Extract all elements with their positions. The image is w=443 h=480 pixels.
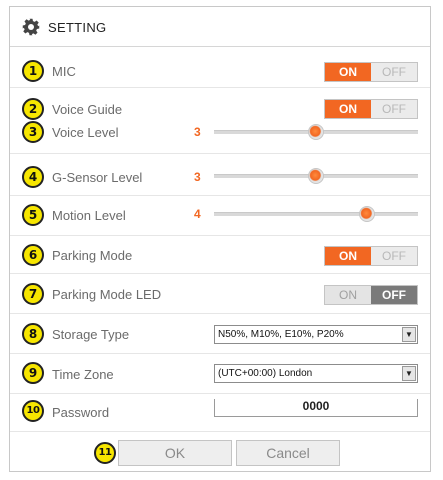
dropdown-arrow-icon[interactable]: ▼ bbox=[402, 366, 416, 381]
setting-row-parking-mode: 6 Parking Mode ON OFF bbox=[10, 236, 430, 274]
voice-guide-on-option[interactable]: ON bbox=[325, 100, 371, 118]
setting-row-mic: 1 MIC ON OFF bbox=[10, 54, 430, 88]
callout-badge: 7 bbox=[22, 283, 44, 305]
callout-badge: 4 bbox=[22, 166, 44, 188]
setting-row-storage-type: 8 Storage Type N50%, M10%, E10%, P20% ▼ bbox=[10, 314, 430, 354]
page-title: SETTING bbox=[48, 20, 107, 35]
voice-level-label: Voice Level bbox=[52, 125, 119, 140]
parking-mode-toggle[interactable]: ON OFF bbox=[324, 246, 418, 266]
motion-level-value: 4 bbox=[194, 207, 201, 221]
setting-row-voice-level: 3 Voice Level 3 bbox=[10, 118, 430, 154]
voice-guide-off-option[interactable]: OFF bbox=[371, 100, 417, 118]
parking-mode-led-label: Parking Mode LED bbox=[52, 287, 162, 302]
storage-type-label: Storage Type bbox=[52, 327, 130, 342]
callout-badge: 9 bbox=[22, 362, 44, 384]
time-zone-value: (UTC+00:00) London bbox=[218, 368, 313, 379]
parking-mode-led-on-option[interactable]: ON bbox=[325, 286, 371, 304]
motion-level-slider-track[interactable] bbox=[214, 212, 418, 216]
setting-row-motion-level: 5 Motion Level 4 bbox=[10, 196, 430, 236]
voice-guide-toggle[interactable]: ON OFF bbox=[324, 99, 418, 119]
gsensor-level-value: 3 bbox=[194, 170, 201, 184]
password-value: 0000 bbox=[302, 399, 330, 413]
gsensor-level-slider-thumb[interactable] bbox=[308, 168, 324, 184]
password-label: Password bbox=[52, 405, 110, 420]
setting-row-parking-mode-led: 7 Parking Mode LED ON OFF bbox=[10, 274, 430, 314]
voice-level-slider-thumb[interactable] bbox=[308, 124, 324, 140]
parking-mode-led-off-option[interactable]: OFF bbox=[371, 286, 417, 304]
mic-off-option[interactable]: OFF bbox=[371, 63, 417, 81]
settings-header: SETTING bbox=[10, 7, 430, 47]
callout-badge: 1 bbox=[22, 60, 44, 82]
callout-badge: 5 bbox=[22, 204, 44, 226]
callout-badge: 3 bbox=[22, 121, 44, 143]
parking-mode-off-option[interactable]: OFF bbox=[371, 247, 417, 265]
motion-level-slider-thumb[interactable] bbox=[359, 206, 375, 222]
setting-row-password: 10 Password 0000 bbox=[10, 394, 430, 432]
gear-icon bbox=[22, 18, 40, 36]
mic-on-option[interactable]: ON bbox=[325, 63, 371, 81]
dropdown-arrow-icon[interactable]: ▼ bbox=[402, 327, 416, 342]
setting-row-gsensor-level: 4 G-Sensor Level 3 bbox=[10, 158, 430, 196]
callout-badge: 6 bbox=[22, 244, 44, 266]
ok-button[interactable]: OK bbox=[118, 440, 232, 466]
voice-guide-label: Voice Guide bbox=[52, 102, 123, 117]
motion-level-label: Motion Level bbox=[52, 208, 126, 223]
parking-mode-on-option[interactable]: ON bbox=[325, 247, 371, 265]
voice-level-value: 3 bbox=[194, 125, 201, 139]
gsensor-level-label: G-Sensor Level bbox=[52, 170, 143, 185]
time-zone-label: Time Zone bbox=[52, 367, 114, 382]
mic-toggle[interactable]: ON OFF bbox=[324, 62, 418, 82]
callout-badge: 10 bbox=[22, 400, 44, 422]
callout-badge: 2 bbox=[22, 98, 44, 120]
parking-mode-led-toggle[interactable]: ON OFF bbox=[324, 285, 418, 305]
parking-mode-label: Parking Mode bbox=[52, 248, 133, 263]
mic-label: MIC bbox=[52, 64, 76, 79]
password-field[interactable]: 0000 bbox=[214, 399, 418, 417]
callout-badge: 11 bbox=[94, 442, 116, 464]
setting-row-time-zone: 9 Time Zone (UTC+00:00) London ▼ bbox=[10, 354, 430, 394]
time-zone-select[interactable]: (UTC+00:00) London ▼ bbox=[214, 364, 418, 383]
settings-panel: SETTING 1 MIC ON OFF 2 Voice Guide ON OF… bbox=[9, 6, 431, 472]
callout-badge: 8 bbox=[22, 323, 44, 345]
storage-type-select[interactable]: N50%, M10%, E10%, P20% ▼ bbox=[214, 325, 418, 344]
cancel-button[interactable]: Cancel bbox=[236, 440, 340, 466]
dialog-footer: 11 OK Cancel bbox=[10, 434, 430, 472]
storage-type-value: N50%, M10%, E10%, P20% bbox=[218, 329, 344, 340]
